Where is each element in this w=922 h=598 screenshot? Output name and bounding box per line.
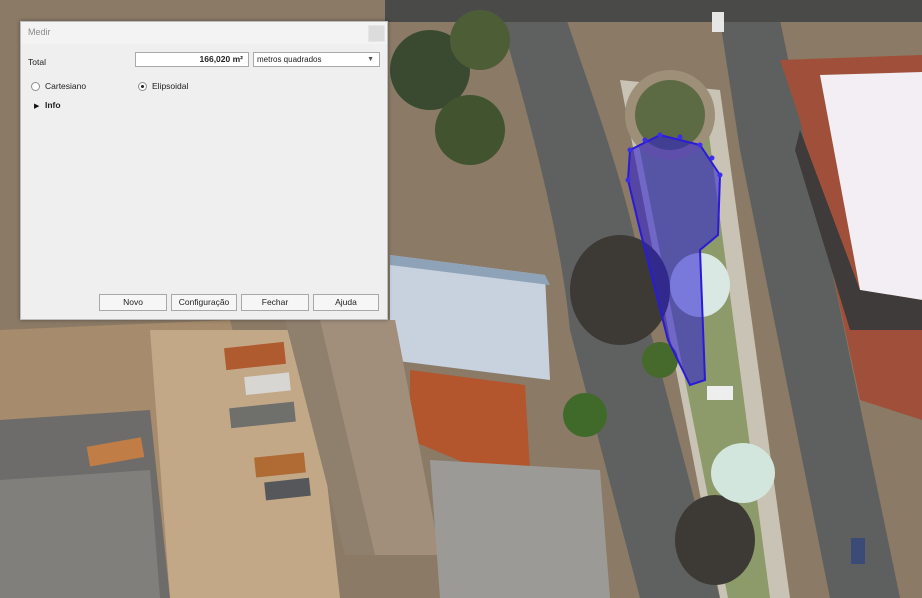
close-button[interactable]: Fechar [241, 294, 309, 311]
radio-ellipsoidal[interactable] [138, 82, 147, 91]
dialog-titlebar[interactable]: Medir [21, 22, 387, 44]
unit-select-value: metros quadrados [257, 55, 322, 64]
chevron-down-icon: ▼ [367, 56, 374, 63]
measure-dialog: Medir Total 166,020 m² metros quadrados … [20, 21, 388, 320]
info-section-toggle[interactable]: Info [45, 100, 61, 110]
help-button[interactable]: Ajuda [313, 294, 379, 311]
close-icon[interactable] [368, 25, 385, 42]
expand-triangle-icon[interactable]: ▶ [34, 102, 39, 110]
settings-button[interactable]: Configuração [171, 294, 237, 311]
unit-select[interactable]: metros quadrados ▼ [253, 52, 380, 67]
total-label: Total [28, 57, 46, 67]
new-button[interactable]: Novo [99, 294, 167, 311]
dialog-title: Medir [28, 27, 51, 37]
total-value-field[interactable]: 166,020 m² [135, 52, 249, 67]
radio-cartesian[interactable] [31, 82, 40, 91]
radio-cartesian-label: Cartesiano [45, 81, 87, 91]
radio-ellipsoidal-label: Elipsoidal [152, 81, 189, 91]
